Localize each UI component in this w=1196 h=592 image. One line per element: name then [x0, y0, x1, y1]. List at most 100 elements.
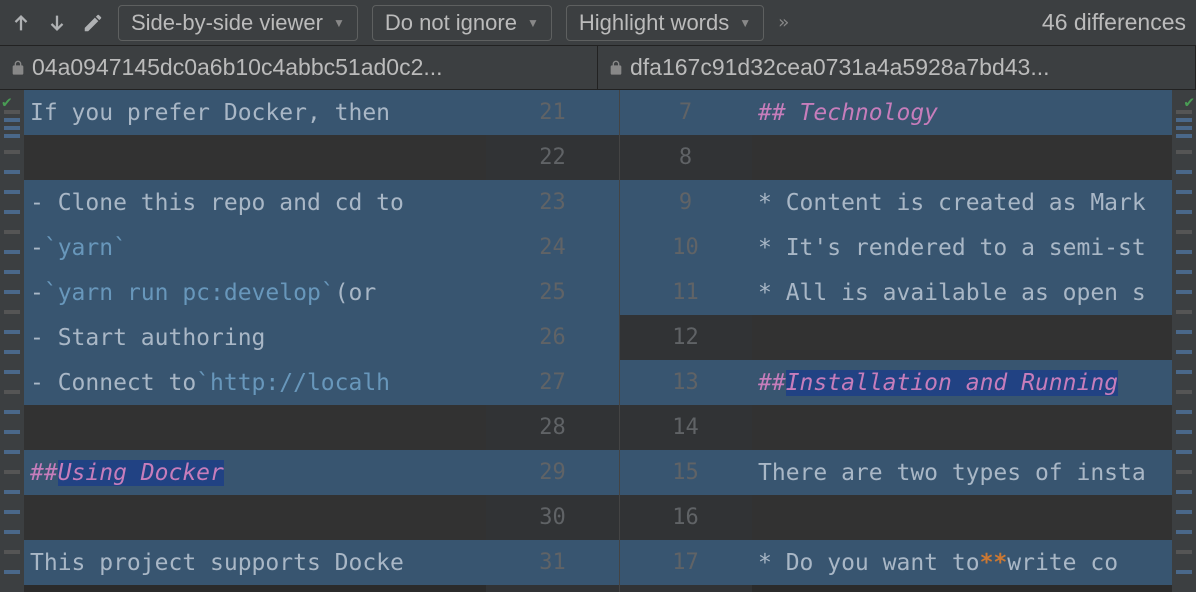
marker[interactable]	[4, 210, 20, 214]
code-line[interactable]: - `yarn`	[24, 225, 486, 270]
code-segment: There are two types of insta	[758, 460, 1146, 486]
marker[interactable]	[1176, 210, 1192, 214]
right-file-name: dfa167c91d32cea0731a4a5928a7bd43...	[598, 46, 1196, 89]
line-number-left: 22	[486, 135, 619, 180]
marker[interactable]	[4, 150, 20, 154]
marker[interactable]	[4, 530, 20, 534]
marker[interactable]	[4, 470, 20, 474]
marker[interactable]	[4, 570, 20, 574]
marker[interactable]	[4, 430, 20, 434]
line-number-left: 30	[486, 495, 619, 540]
marker[interactable]	[4, 134, 20, 138]
code-line[interactable]	[752, 495, 1172, 540]
marker[interactable]	[4, 390, 20, 394]
marker[interactable]	[4, 110, 20, 114]
marker[interactable]	[4, 370, 20, 374]
left-pane[interactable]: If you prefer Docker, then - Clone this r…	[24, 90, 486, 592]
code-line[interactable]	[752, 135, 1172, 180]
line-number-right: 9	[619, 180, 752, 225]
code-segment: ## Technology	[758, 100, 938, 126]
marker[interactable]	[4, 118, 20, 122]
marker[interactable]	[4, 490, 20, 494]
marker[interactable]	[4, 310, 20, 314]
marker[interactable]	[1176, 310, 1192, 314]
marker[interactable]	[1176, 270, 1192, 274]
line-number-left: 26	[486, 315, 619, 360]
code-line[interactable]: This project supports Docke	[24, 540, 486, 585]
marker[interactable]	[1176, 530, 1192, 534]
marker[interactable]	[4, 290, 20, 294]
marker[interactable]	[4, 510, 20, 514]
marker[interactable]	[1176, 430, 1192, 434]
code-line[interactable]: - `yarn run pc:develop` (or	[24, 270, 486, 315]
marker[interactable]	[1176, 134, 1192, 138]
marker[interactable]	[4, 170, 20, 174]
marker[interactable]	[4, 450, 20, 454]
right-pane[interactable]: ## Technology * Content is created as Mar…	[752, 90, 1172, 592]
code-segment: - Clone this repo and cd to	[30, 190, 404, 216]
marker[interactable]	[1176, 150, 1192, 154]
marker[interactable]	[1176, 190, 1192, 194]
marker[interactable]	[1176, 490, 1192, 494]
code-line[interactable]: - Start authoring	[24, 315, 486, 360]
code-line[interactable]	[24, 495, 486, 540]
arrow-up-icon	[10, 12, 32, 34]
ignore-mode-dropdown[interactable]: Do not ignore ▼	[372, 5, 552, 41]
prev-diff-button[interactable]	[10, 12, 32, 34]
marker[interactable]	[4, 350, 20, 354]
marker[interactable]	[1176, 290, 1192, 294]
code-line[interactable]: * Do you want to **write co	[752, 540, 1172, 585]
code-line[interactable]: * Content is created as Mark	[752, 180, 1172, 225]
gutter-divider	[619, 90, 620, 592]
code-line[interactable]	[752, 315, 1172, 360]
highlight-mode-dropdown[interactable]: Highlight words ▼	[566, 5, 764, 41]
viewer-mode-dropdown[interactable]: Side-by-side viewer ▼	[118, 5, 358, 41]
marker[interactable]	[4, 126, 20, 130]
marker[interactable]	[4, 250, 20, 254]
marker[interactable]	[1176, 510, 1192, 514]
code-segment: Using Docker	[58, 460, 224, 486]
marker[interactable]	[1176, 330, 1192, 334]
more-options-icon[interactable]: »	[778, 12, 789, 33]
marker[interactable]	[1176, 170, 1192, 174]
code-line[interactable]: * All is available as open s	[752, 270, 1172, 315]
code-line[interactable]	[24, 135, 486, 180]
code-line[interactable]	[752, 405, 1172, 450]
code-line[interactable]: ## Using Docker	[24, 450, 486, 495]
marker[interactable]	[4, 550, 20, 554]
code-segment: * Do you want to	[758, 550, 980, 576]
lock-icon	[608, 58, 624, 78]
code-line[interactable]: ## Technology	[752, 90, 1172, 135]
code-line[interactable]: - Connect to `http://localh	[24, 360, 486, 405]
marker[interactable]	[1176, 550, 1192, 554]
marker[interactable]	[1176, 470, 1192, 474]
code-line[interactable]	[24, 405, 486, 450]
marker[interactable]	[1176, 390, 1192, 394]
code-line[interactable]: ## Installation and Running	[752, 360, 1172, 405]
marker[interactable]	[1176, 110, 1192, 114]
marker[interactable]	[4, 230, 20, 234]
line-number-left: 28	[486, 405, 619, 450]
marker[interactable]	[1176, 570, 1192, 574]
code-line[interactable]: If you prefer Docker, then	[24, 90, 486, 135]
code-line[interactable]: There are two types of insta	[752, 450, 1172, 495]
marker[interactable]	[1176, 370, 1192, 374]
right-marker-column[interactable]: ✔	[1172, 90, 1196, 592]
code-line[interactable]: - Clone this repo and cd to	[24, 180, 486, 225]
next-diff-button[interactable]	[46, 12, 68, 34]
marker[interactable]	[4, 270, 20, 274]
edit-button[interactable]	[82, 12, 104, 34]
marker[interactable]	[1176, 410, 1192, 414]
marker[interactable]	[4, 410, 20, 414]
marker[interactable]	[1176, 450, 1192, 454]
marker[interactable]	[1176, 350, 1192, 354]
code-line[interactable]: * It's rendered to a semi-st	[752, 225, 1172, 270]
marker[interactable]	[1176, 250, 1192, 254]
marker[interactable]	[1176, 230, 1192, 234]
left-marker-column[interactable]: ✔	[0, 90, 24, 592]
marker[interactable]	[1176, 118, 1192, 122]
code-segment: -	[30, 235, 44, 261]
marker[interactable]	[4, 190, 20, 194]
marker[interactable]	[4, 330, 20, 334]
marker[interactable]	[1176, 126, 1192, 130]
